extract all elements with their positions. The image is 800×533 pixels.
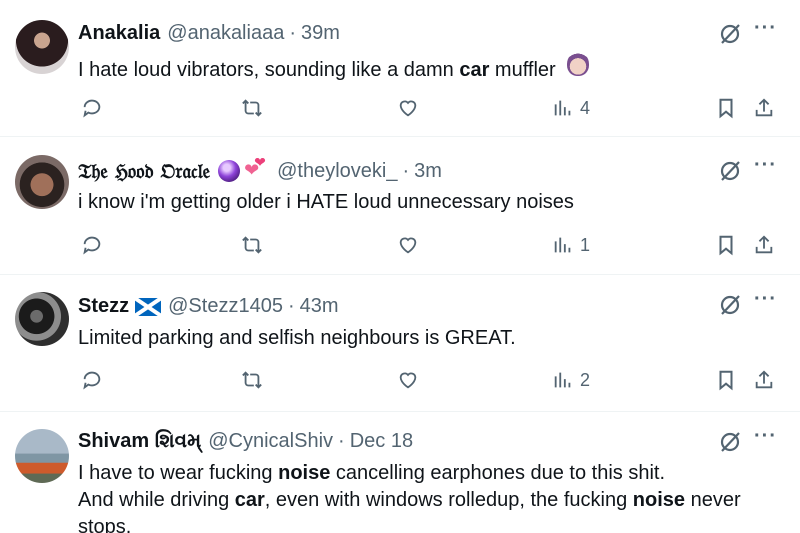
tweet-header: Shivam શિવમ્ @CynicalShiv · Dec 18 [78,430,413,453]
like-button[interactable] [394,366,422,394]
action-bar: 1 [0,231,800,259]
like-button[interactable] [394,94,422,122]
display-name[interactable]: Anakalia [78,22,160,45]
reply-button[interactable] [78,231,106,259]
tweet-header: 𝔗𝔥𝔢 ℌ𝔬𝔬𝔡 𝔒𝔯𝔞𝔠𝔩𝔢 @theyloveki_ · 3m [78,154,442,183]
action-bar: 2 [0,366,800,394]
separator: · [338,430,345,452]
display-name[interactable]: Stezz [78,295,129,318]
text-segment: And while driving [78,489,235,511]
views-icon [554,237,571,253]
bookmark-button[interactable] [712,231,740,259]
separator: · [402,159,410,182]
crystal-ball-emoji [218,160,241,182]
reply-icon [83,236,101,255]
grok-icon[interactable] [718,22,742,46]
separator: · [287,295,295,317]
tweet[interactable]: Stezz @Stezz1405 · 43m Limited parking a… [0,275,800,412]
timestamp[interactable]: 43m [300,295,339,318]
retweet-icon [242,236,262,254]
facepalm-emoji [567,52,590,76]
retweet-button[interactable] [238,94,266,122]
more-icon[interactable]: ··· [754,155,776,179]
timestamp[interactable]: 39m [301,22,340,45]
reply-icon [83,371,101,390]
two-hearts-emoji [244,154,270,182]
heart-icon [399,237,417,254]
timestamp[interactable]: 3m [414,160,442,183]
share-icon [755,98,773,117]
timestamp[interactable]: Dec 18 [350,430,413,453]
avatar[interactable] [15,20,69,74]
share-button[interactable] [750,366,778,394]
grok-icon[interactable] [718,430,742,454]
retweet-button[interactable] [238,231,266,259]
handle[interactable]: @anakaliaaa [167,22,284,45]
tweet-text: I hate loud vibrators, sounding like a d… [78,52,780,84]
tweet-text: Limited parking and selfish neighbours i… [78,327,516,349]
tweet[interactable]: 𝔗𝔥𝔢 ℌ𝔬𝔬𝔡 𝔒𝔯𝔞𝔠𝔩𝔢 @theyloveki_ · 3m i know… [0,137,800,275]
reply-icon [83,99,101,118]
tweet-text: i know i'm getting older i HATE loud unn… [78,191,574,213]
handle[interactable]: @theyloveki_ [277,160,397,183]
bookmark-button[interactable] [712,366,740,394]
views-icon [554,372,571,388]
tweet[interactable]: Anakalia @anakaliaaa · 39m I hate loud v… [0,0,800,137]
handle[interactable]: @Stezz1405 [168,295,283,318]
reply-button[interactable] [78,94,106,122]
bookmark-button[interactable] [712,94,740,122]
handle[interactable]: @CynicalShiv [208,430,333,453]
more-icon[interactable]: ··· [754,426,776,450]
views-count: 1 [580,234,591,255]
display-name[interactable]: 𝔗𝔥𝔢 ℌ𝔬𝔬𝔡 𝔒𝔯𝔞𝔠𝔩𝔢 [78,159,210,183]
share-icon [755,370,773,389]
grok-icon[interactable] [718,293,742,317]
bookmark-icon [719,370,733,391]
avatar[interactable] [15,429,69,483]
avatar[interactable] [15,155,69,209]
display-name[interactable]: Shivam શિવમ્ [78,430,201,453]
tweet[interactable]: Shivam શિવમ્ @CynicalShiv · Dec 18 I hav… [0,412,800,533]
more-icon[interactable]: ··· [754,18,776,42]
retweet-button[interactable] [238,366,266,394]
like-button[interactable] [394,231,422,259]
highlighted-keyword: car [459,59,490,81]
share-icon [755,235,773,254]
text-segment: I have to wear fucking [78,462,279,484]
highlighted-keyword: car [234,489,265,511]
views-button[interactable]: 1 [552,231,612,259]
views-button[interactable]: 2 [552,366,612,394]
views-count: 4 [580,97,591,118]
more-icon[interactable]: ··· [754,289,776,313]
reply-button[interactable] [78,366,106,394]
grok-icon[interactable] [718,159,742,183]
tweet-header: Anakalia @anakaliaaa · 39m [78,22,340,45]
text-segment: muffler [489,59,556,81]
retweet-icon [242,371,262,389]
avatar[interactable] [15,292,69,346]
tweet-header: Stezz @Stezz1405 · 43m [78,295,339,318]
views-button[interactable]: 4 [552,94,612,122]
highlighted-keyword: noise [632,489,686,511]
bookmark-icon [719,235,733,256]
views-icon [554,100,571,116]
bookmark-icon [719,98,733,119]
separator: · [289,22,296,44]
action-bar: 4 [0,94,800,122]
views-count: 2 [580,369,591,390]
tweet-text: I have to wear fucking noise cancelling … [78,460,780,533]
retweet-icon [242,99,262,117]
text-segment: cancelling earphones due to this shit. [330,462,666,484]
text-segment: , even with windows rolledup, the fuckin… [264,489,633,511]
share-button[interactable] [750,94,778,122]
highlighted-keyword: noise [278,462,331,484]
scotland-flag-emoji [135,297,162,316]
heart-icon [399,100,417,117]
heart-icon [399,372,417,389]
text-segment: I hate loud vibrators, sounding like a d… [78,59,460,81]
share-button[interactable] [750,231,778,259]
